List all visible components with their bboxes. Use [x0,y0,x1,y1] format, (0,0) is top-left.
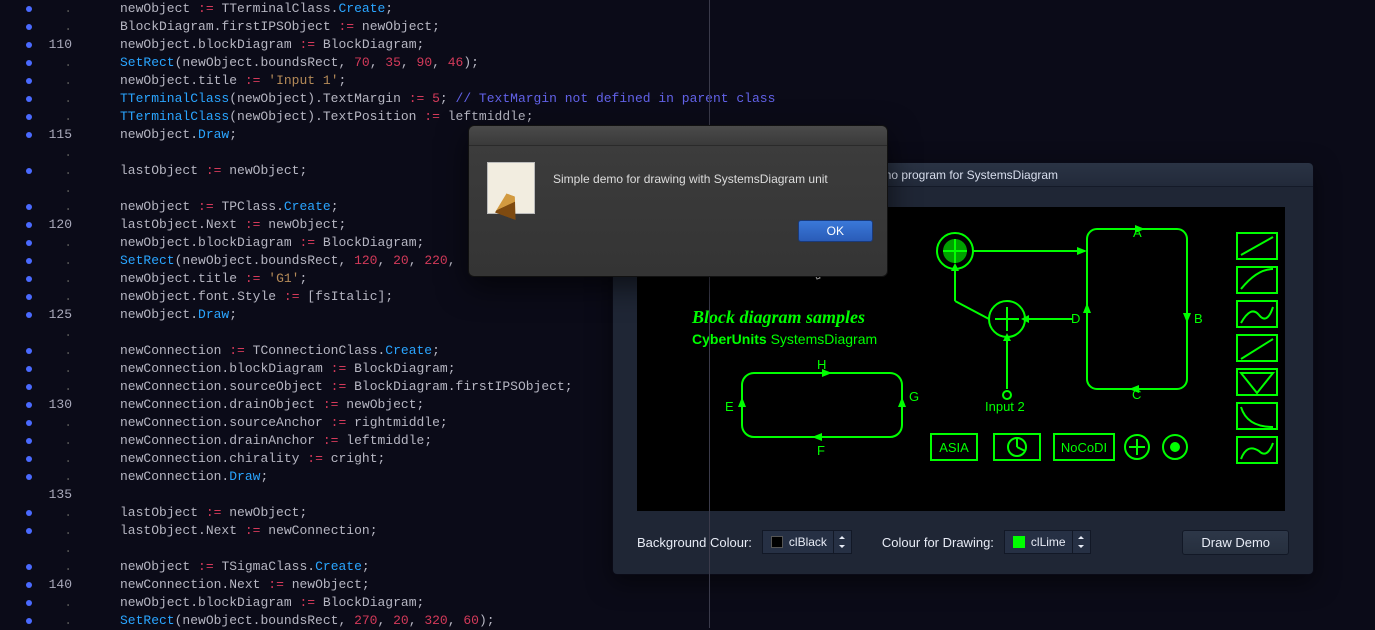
demo-window-title: demo program for SystemsDiagram [868,168,1058,182]
draw-swatch [1013,536,1025,548]
pi-icon [993,433,1041,461]
editor-vertical-separator [709,0,710,628]
draw-colour-value: clLime [1031,535,1072,549]
dialog-message: Simple demo for drawing with SystemsDiag… [553,162,869,214]
info-dialog: Simple demo for drawing with SystemsDiag… [468,125,888,277]
box-asia: ASIA [930,433,978,461]
editor-gutter: ..110....115....120....125....130....135… [0,0,78,628]
label-C: C [1132,387,1141,402]
label-H: H [817,357,826,372]
code-editor[interactable]: ..110....115....120....125....130....135… [0,0,710,628]
draw-colour-label: Colour for Drawing: [882,535,994,550]
label-B: B [1194,311,1203,326]
background-colour-combo[interactable]: clBlack [762,530,852,554]
ok-button[interactable]: OK [798,220,873,242]
sigma-circle-plus-icon [1121,433,1153,461]
label-A: A [1133,225,1142,240]
label-F: F [817,443,825,458]
editor-code[interactable]: newObject := TTerminalClass.Create;Block… [78,0,775,628]
draw-demo-button[interactable]: Draw Demo [1182,530,1289,555]
chevron-down-icon[interactable] [1072,531,1090,553]
sigma-circle-dot-icon [1159,433,1191,461]
label-G: G [909,389,919,404]
chevron-down-icon[interactable] [833,531,851,553]
label-input2: Input 2 [985,399,1025,414]
draw-colour-combo[interactable]: clLime [1004,530,1091,554]
bg-colour-value: clBlack [789,535,833,549]
box-nocodi: NoCoDI [1053,433,1115,461]
app-icon [487,162,535,214]
label-D: D [1071,311,1080,326]
dialog-titlebar[interactable] [469,126,887,146]
